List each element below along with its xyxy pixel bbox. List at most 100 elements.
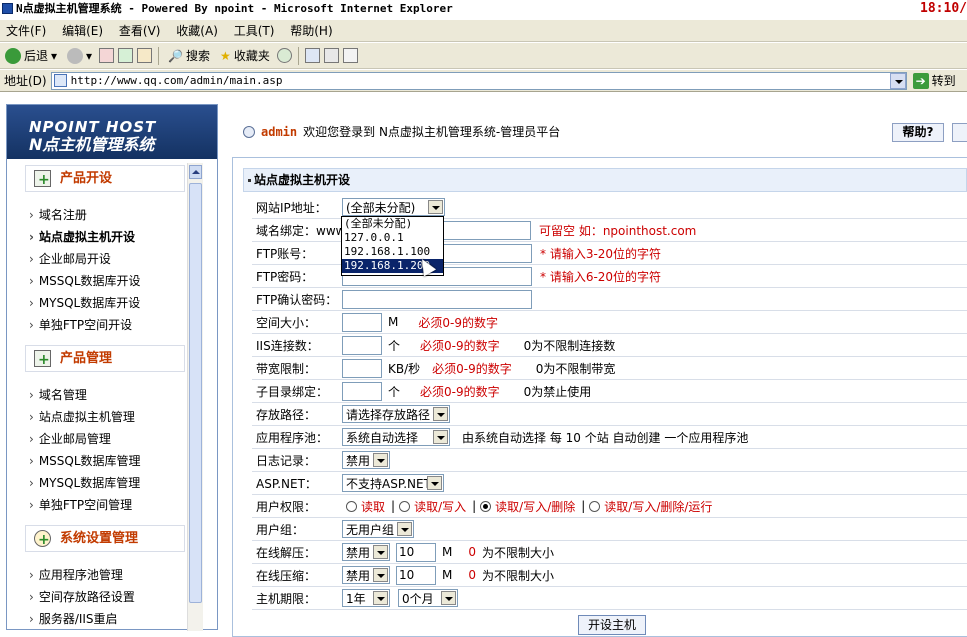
nav-vhost-manage[interactable]: 站点虚拟主机管理 <box>29 409 135 425</box>
favorites-button[interactable]: ★ 收藏夹 <box>217 45 273 67</box>
sidebar-scrollbar[interactable] <box>187 163 203 631</box>
menu-file[interactable]: 文件(F) <box>0 20 52 42</box>
address-label: 地址(D) <box>4 74 47 88</box>
radio-read-write-delete[interactable] <box>480 500 492 512</box>
browser-toolbar: 后退 ▾ ▾ 🔎 搜索 ★ 收藏夹 <box>0 43 967 69</box>
nav-mysql-open[interactable]: MYSQL数据库开设 <box>29 295 140 311</box>
ftp-pass-label: FTP密码： <box>256 269 314 284</box>
unzip-zero: 0 <box>468 545 476 559</box>
path-select[interactable]: 请选择存放路径 <box>342 405 450 423</box>
bandwidth-input[interactable] <box>342 358 382 378</box>
nav-mysql-manage[interactable]: MYSQL数据库管理 <box>29 475 140 491</box>
domain-hint: 可留空 如：npointhost.com <box>539 223 697 238</box>
path-label: 存放路径： <box>256 407 317 422</box>
help-button[interactable]: 帮助? <box>892 123 944 142</box>
space-label: 空间大小： <box>256 315 317 330</box>
menu-tools[interactable]: 工具(T) <box>228 20 281 42</box>
home-icon[interactable] <box>137 48 153 63</box>
unzip-select[interactable]: 禁用 <box>342 543 390 561</box>
address-input[interactable]: http://www.qq.com/admin/main.asp <box>50 71 907 90</box>
chevron-down-icon <box>373 568 388 582</box>
row-space: 空间大小： M 必须0-9的数字 <box>252 311 967 334</box>
subdir-input[interactable] <box>342 381 382 401</box>
welcome-line: admin 欢迎您登录到 N点虚拟主机管理系统-管理员平台 <box>243 123 560 140</box>
perm-read-write-delete-label: 读取/写入/删除 <box>495 499 576 514</box>
apppool-select[interactable]: 系统自动选择 <box>342 428 450 446</box>
permission-label: 用户权限： <box>256 499 317 514</box>
nav-storage-path[interactable]: 空间存放路径设置 <box>29 589 135 605</box>
go-label: 转到 <box>931 74 956 88</box>
unzip-size-input[interactable]: 10 <box>396 542 436 562</box>
nav-mail-open[interactable]: 企业邮局开设 <box>29 251 111 267</box>
address-bar: 地址(D) http://www.qq.com/admin/main.asp ➔… <box>0 70 967 92</box>
search-label: 搜索 <box>186 49 211 63</box>
nav-iis-restart[interactable]: 服务器/IIS重启 <box>29 611 118 627</box>
print-icon[interactable] <box>323 48 339 63</box>
chevron-down-icon <box>433 430 448 444</box>
logo-line1: NPOINT HOST <box>29 118 157 136</box>
section-title: 系统设置管理 <box>60 531 139 546</box>
edit-icon[interactable] <box>342 48 358 63</box>
nav-domain-manage[interactable]: 域名管理 <box>29 387 87 403</box>
radio-read[interactable] <box>346 500 357 512</box>
forward-button[interactable]: ▾ <box>64 45 95 67</box>
nav-ftp-manage[interactable]: 单独FTP空间管理 <box>29 497 132 513</box>
iis-input[interactable] <box>342 335 382 355</box>
menu-view[interactable]: 查看(V) <box>113 20 167 42</box>
search-button[interactable]: 🔎 搜索 <box>165 45 213 67</box>
extra-button[interactable] <box>952 123 967 142</box>
address-dropdown-button[interactable] <box>889 72 906 89</box>
nav-mssql-open[interactable]: MSSQL数据库开设 <box>29 273 141 289</box>
aspnet-select[interactable]: 不支持ASP.NET <box>342 474 444 492</box>
row-path: 存放路径： 请选择存放路径 <box>252 403 967 426</box>
ip-select-value: (全部未分配) <box>346 200 416 215</box>
menu-help[interactable]: 帮助(H) <box>284 20 338 42</box>
back-button[interactable]: 后退 ▾ <box>2 45 60 67</box>
zip-size-input[interactable]: 10 <box>396 565 436 585</box>
nav-apppool[interactable]: 应用程序池管理 <box>29 567 123 583</box>
mail-icon[interactable] <box>304 48 320 63</box>
window-title: N点虚拟主机管理系统 - Powered By npoint - Microso… <box>16 2 453 15</box>
zip-select[interactable]: 禁用 <box>342 566 390 584</box>
ip-option[interactable]: (全部未分配) <box>342 217 443 231</box>
perm-divider: | <box>581 499 586 513</box>
nav-vhost-open[interactable]: 站点虚拟主机开设 <box>29 229 135 245</box>
create-host-button[interactable]: 开设主机 <box>578 615 646 635</box>
ftp-confirm-input[interactable] <box>342 289 532 309</box>
apppool-note: 由系统自动选择 每 10 个站 自动创建 一个应用程序池 <box>462 430 749 445</box>
radio-read-write[interactable] <box>399 500 411 512</box>
radio-full[interactable] <box>589 500 601 512</box>
group-select[interactable]: 无用户组 <box>342 520 414 538</box>
menu-edit[interactable]: 编辑(E) <box>56 20 109 42</box>
perm-divider: | <box>472 499 477 513</box>
ftp-user-label: FTP账号： <box>256 246 314 261</box>
refresh-icon[interactable] <box>118 48 134 63</box>
scroll-up-icon[interactable] <box>189 165 202 179</box>
space-input[interactable] <box>342 312 382 332</box>
nav-mssql-manage[interactable]: MSSQL数据库管理 <box>29 453 141 469</box>
add-icon <box>34 168 51 193</box>
ip-label: 网站IP地址： <box>256 200 327 215</box>
star-icon: ★ <box>220 48 231 63</box>
ip-option[interactable]: 127.0.0.1 <box>342 231 443 245</box>
term-month-select[interactable]: 0个月 <box>398 589 458 607</box>
menu-favorites[interactable]: 收藏(A) <box>170 20 224 42</box>
nav-domain-register[interactable]: 域名注册 <box>29 207 87 223</box>
perm-full-label: 读取/写入/删除/运行 <box>604 499 713 514</box>
log-select[interactable]: 禁用 <box>342 451 390 469</box>
scroll-thumb[interactable] <box>189 183 202 603</box>
ip-select[interactable]: (全部未分配) <box>342 198 445 216</box>
go-button[interactable]: ➔ 转到 <box>912 72 956 89</box>
nav-ftp-open[interactable]: 单独FTP空间开设 <box>29 317 132 333</box>
space-hint: 必须0-9的数字 <box>418 315 498 330</box>
row-term: 主机期限： 1年 0个月 <box>252 587 967 610</box>
group-label: 用户组： <box>256 522 305 537</box>
nav-mail-manage[interactable]: 企业邮局管理 <box>29 431 111 447</box>
back-label: 后退 <box>24 49 49 63</box>
history-icon[interactable] <box>276 48 292 63</box>
subdir-hint: 必须0-9的数字 <box>420 384 500 399</box>
sidebar: NPOINT HOST N点主机管理系统 产品开设 域名注册 站点虚拟主机开设 … <box>6 104 218 631</box>
aspnet-select-value: 不支持ASP.NET <box>346 476 431 491</box>
stop-icon[interactable] <box>99 48 115 63</box>
term-year-select[interactable]: 1年 <box>342 589 390 607</box>
